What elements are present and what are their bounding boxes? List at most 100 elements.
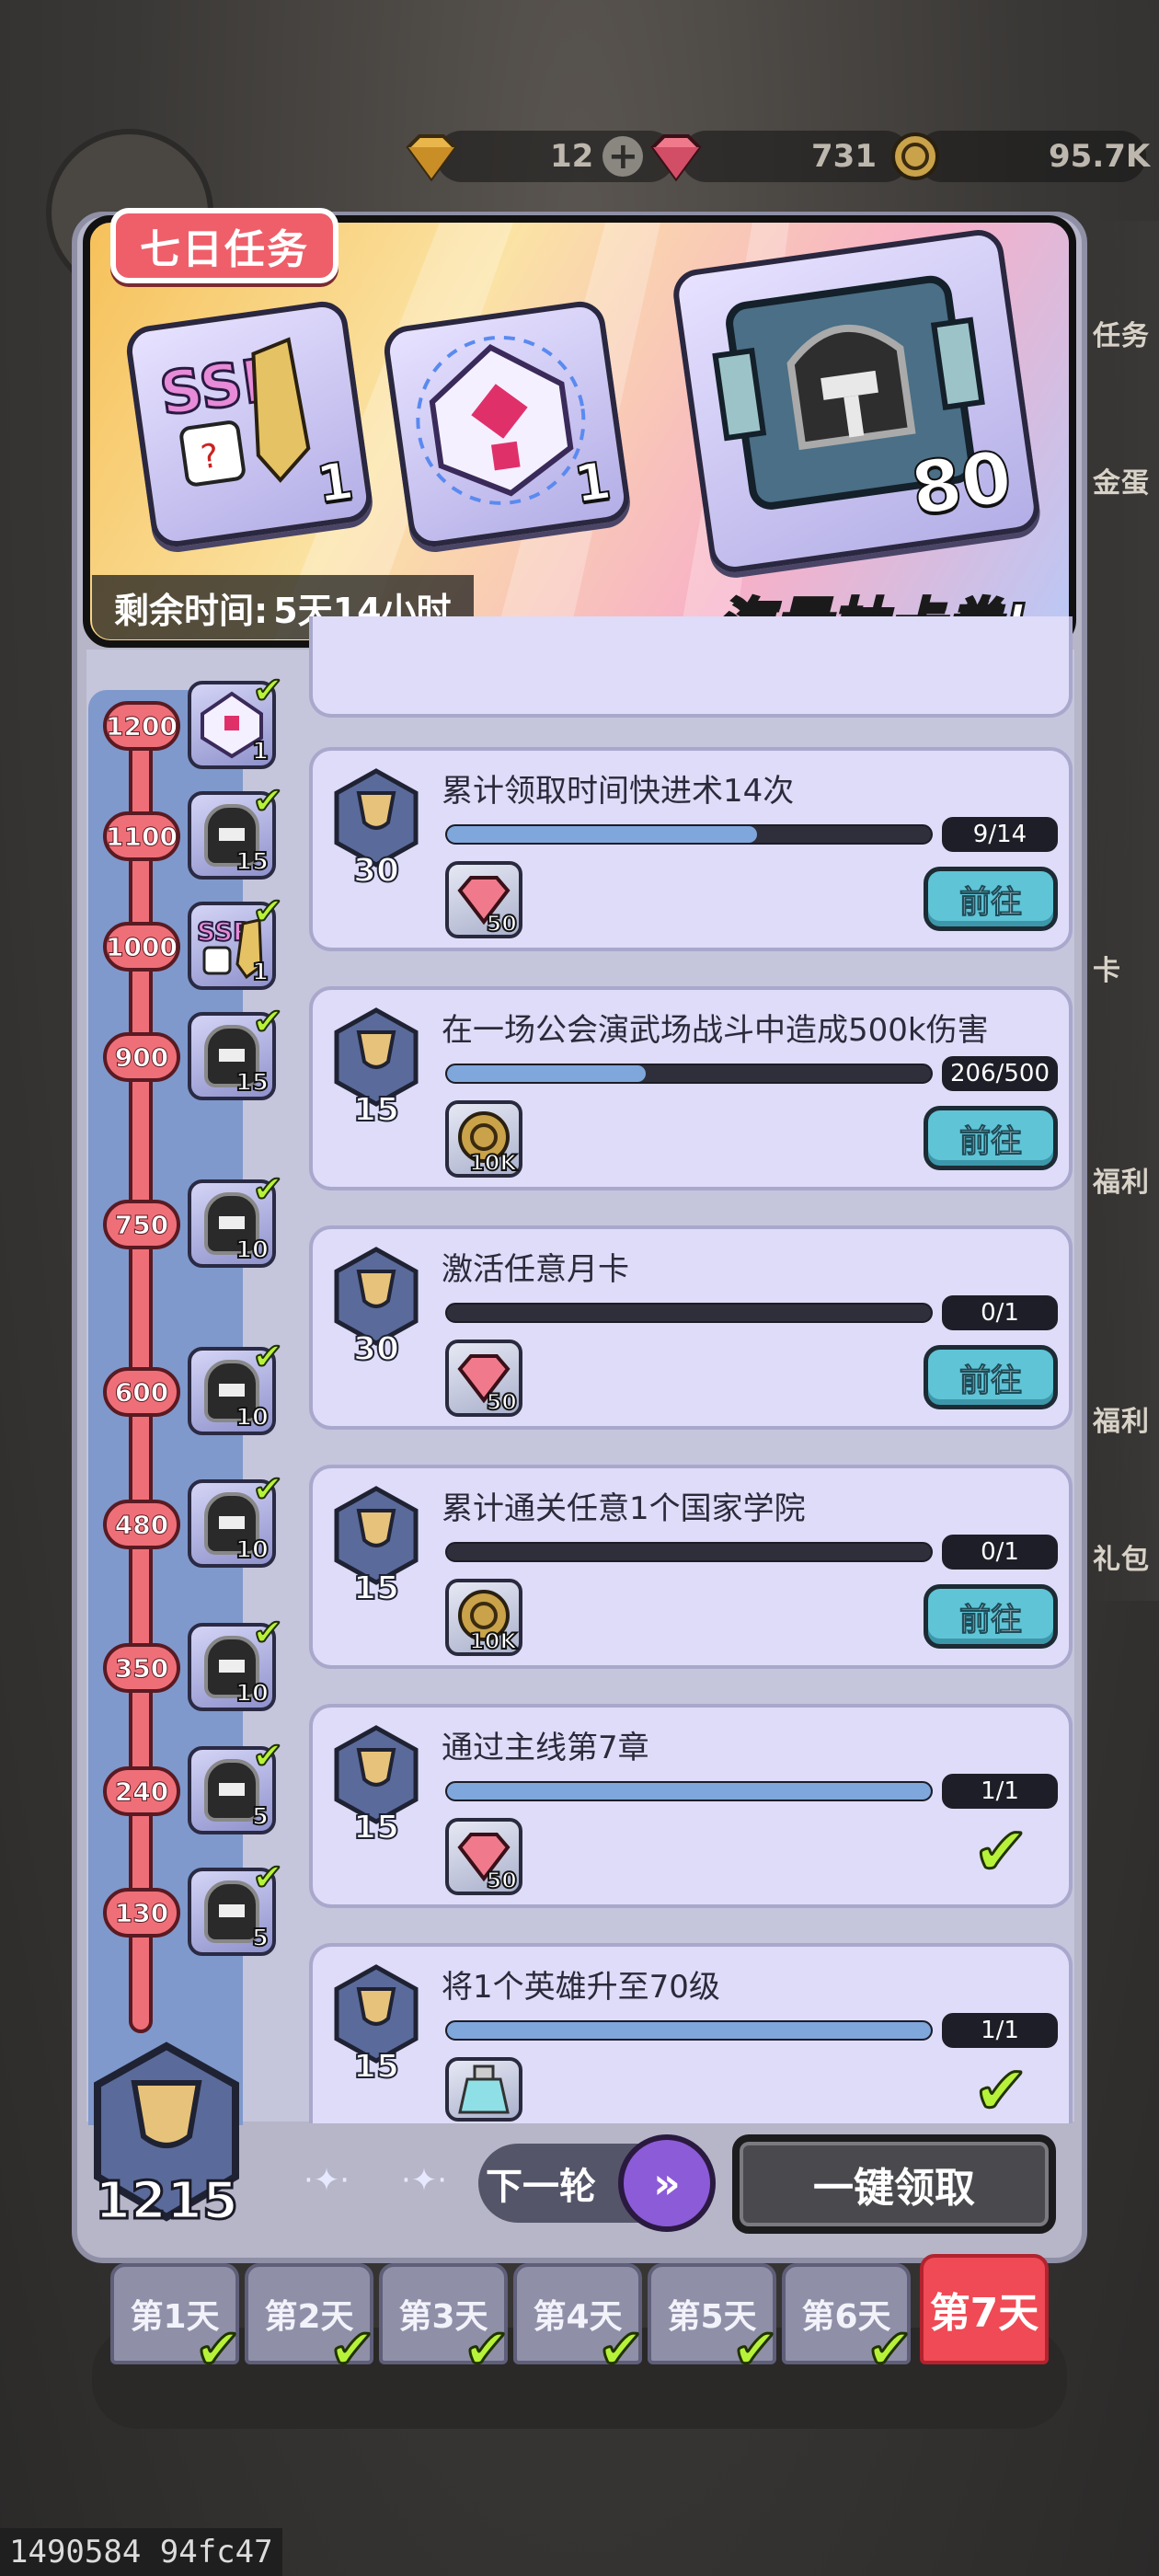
task-progress-text: 1/1 — [942, 2013, 1058, 2048]
check-icon: ✔ — [251, 1167, 283, 1212]
currency-coin: 95.7K — [883, 120, 1150, 193]
check-icon: ✔ — [251, 890, 283, 934]
task-card: 15 通过主线第7章 1/1 50 ✔ — [309, 1704, 1073, 1908]
milestone-reward-750[interactable]: ✔ 10 — [188, 1167, 284, 1268]
currency-bar: 12 + 731 95.7K — [386, 120, 1150, 193]
currency-red-gem: 731 — [644, 120, 911, 193]
task-progress-bar — [445, 1064, 933, 1084]
banner-reward-helmet-count: 80 — [905, 435, 1017, 533]
task-progress-bar — [445, 1542, 933, 1562]
milestone-reward-count: 10 — [235, 1535, 270, 1565]
task-points: 30 — [352, 1329, 400, 1369]
task-progress-text: 206/500 — [942, 1056, 1058, 1091]
milestone-reward-count: 5 — [251, 1924, 270, 1953]
milestone-reward-1000[interactable]: SSR ✔ 1 — [188, 890, 284, 990]
milestone-reward-130[interactable]: ✔ 5 — [188, 1856, 284, 1956]
task-reward[interactable]: 50 — [445, 1340, 522, 1417]
next-round-arrow-icon[interactable]: » — [618, 2134, 716, 2232]
task-card: 15 累计通关任意1个国家学院 0/1 10K 前往 — [309, 1465, 1073, 1669]
banner-reward-rune[interactable]: 1 — [381, 298, 633, 550]
day-done-check-icon: ✔ — [865, 2317, 913, 2382]
task-card: 30 激活任意月卡 0/1 50 前往 — [309, 1225, 1073, 1430]
completed-check-icon: ✔ — [971, 2052, 1029, 2129]
task-title: 在一场公会演武场战斗中造成500k伤害 — [442, 1012, 989, 1049]
task-progress-bar — [445, 824, 933, 845]
side-label-card[interactable]: 卡 — [1093, 948, 1121, 988]
gold-gem-icon — [406, 134, 457, 182]
task-progress-bar — [445, 1303, 933, 1323]
side-label-egg[interactable]: 金蛋 — [1093, 460, 1150, 500]
go-button[interactable]: 前往 — [924, 1584, 1058, 1649]
task-reward[interactable]: 50 — [445, 1818, 522, 1895]
milestone-reward-240[interactable]: ✔ 5 — [188, 1734, 284, 1834]
sparkle-decoration: ·✦· — [401, 2162, 448, 2199]
milestone-600: 600 — [103, 1367, 180, 1417]
banner-reward-helmet-book[interactable]: 80 — [670, 226, 1043, 576]
task-progress-text: 1/1 — [942, 1774, 1058, 1809]
task-reward-count: 10K — [468, 1149, 518, 1177]
potion-icon — [458, 2064, 510, 2114]
add-gold-gem-button[interactable]: + — [602, 136, 644, 177]
red-gem-icon — [650, 134, 702, 182]
task-progress-bar — [445, 1781, 933, 1801]
task-progress-text: 0/1 — [942, 1535, 1058, 1570]
total-points: 1215 — [94, 2170, 240, 2233]
milestone-1000: 1000 — [103, 922, 180, 972]
task-card: 15 将1个英雄升至70级 1/1 ✔ — [309, 1943, 1073, 2129]
task-reward-count: 50 — [486, 1388, 518, 1416]
task-progress-bar — [445, 2020, 933, 2041]
milestone-reward-900[interactable]: ✔ 15 — [188, 1000, 284, 1100]
milestone-reward-600[interactable]: ✔ 10 — [188, 1335, 284, 1435]
task-title: 通过主线第7章 — [442, 1730, 649, 1766]
banner-title-tag: 七日任务 — [110, 208, 339, 283]
task-title: 累计领取时间快进术14次 — [442, 773, 795, 810]
build-id: 1490584 94fc47 — [0, 2528, 282, 2576]
milestone-reward-count: 10 — [235, 1679, 270, 1708]
task-reward[interactable] — [445, 2057, 522, 2122]
milestone-240: 240 — [103, 1766, 180, 1816]
milestone-reward-count: 15 — [235, 1068, 270, 1098]
currency-gold-gem: 12 + — [399, 120, 675, 193]
milestone-reward-480[interactable]: ✔ 10 — [188, 1467, 284, 1568]
coin-value: 95.7K — [1049, 138, 1151, 175]
claim-all-button[interactable]: 一键领取 — [732, 2134, 1056, 2234]
side-label-task[interactable]: 任务 — [1093, 313, 1150, 353]
task-reward-count: 50 — [486, 1867, 518, 1894]
task-points: 15 — [352, 1090, 400, 1130]
next-round-button[interactable]: 下一轮 — [478, 2144, 640, 2223]
sparkle-decoration: ·✦· — [304, 2162, 350, 2199]
milestone-reward-1100[interactable]: ✔ 15 — [188, 779, 284, 880]
milestone-750: 750 — [103, 1200, 180, 1249]
task-reward[interactable]: 50 — [445, 861, 522, 938]
day-done-check-icon: ✔ — [327, 2317, 376, 2382]
milestone-reward-1200[interactable]: ✔ 1 — [188, 669, 284, 769]
check-icon: ✔ — [251, 1000, 283, 1044]
check-icon: ✔ — [251, 669, 283, 713]
milestone-reward-count: 5 — [251, 1802, 270, 1832]
go-button[interactable]: 前往 — [924, 1106, 1058, 1170]
side-label-welfare-1[interactable]: 福利 — [1093, 1159, 1150, 1200]
task-reward[interactable]: 10K — [445, 1579, 522, 1656]
banner-reward-ssr[interactable]: SSR ? 1 — [123, 298, 375, 550]
side-label-welfare-2[interactable]: 福利 — [1093, 1398, 1150, 1439]
go-button[interactable]: 前往 — [924, 1345, 1058, 1409]
milestone-130: 130 — [103, 1888, 180, 1938]
task-card: 30 累计领取时间快进术14次 9/14 50 前往 — [309, 747, 1073, 951]
check-icon: ✔ — [251, 779, 283, 823]
side-label-gift[interactable]: 礼包 — [1093, 1536, 1150, 1577]
task-reward-count: 10K — [468, 1627, 518, 1655]
milestone-480: 480 — [103, 1500, 180, 1549]
task-card: 15 在一场公会演武场战斗中造成500k伤害 206/500 10K 前往 — [309, 986, 1073, 1190]
milestone-reward-count: 10 — [235, 1236, 270, 1265]
milestone-reward-350[interactable]: ✔ 10 — [188, 1611, 284, 1711]
go-button[interactable]: 前往 — [924, 867, 1058, 931]
gold-gem-value: 12 — [550, 138, 594, 175]
tab-day-7[interactable]: 第7天 — [920, 2254, 1049, 2364]
check-icon: ✔ — [251, 1856, 283, 1900]
task-reward[interactable]: 10K — [445, 1100, 522, 1178]
day-done-check-icon: ✔ — [596, 2317, 645, 2382]
check-icon: ✔ — [251, 1734, 283, 1778]
banner-reward-rune-count: 1 — [570, 450, 616, 516]
milestone-1200: 1200 — [103, 701, 180, 751]
task-reward-count: 50 — [486, 910, 518, 937]
